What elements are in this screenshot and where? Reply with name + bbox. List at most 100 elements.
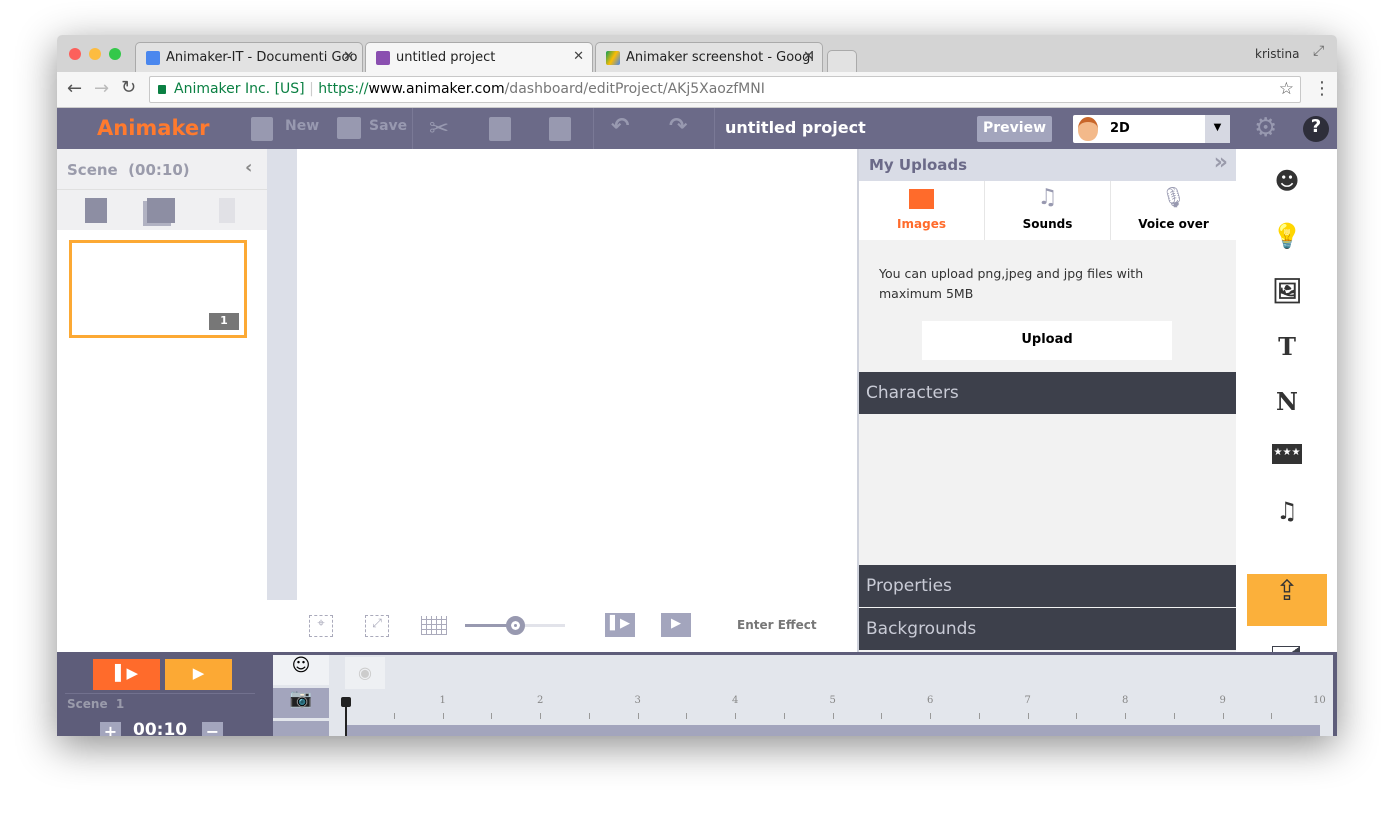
ruler-tick-mark [832,713,834,719]
lightbulb-icon[interactable]: 💡 [1272,222,1302,250]
bookmark-star-icon[interactable]: ☆ [1279,79,1294,99]
play-scene-button[interactable]: ▌▶ [605,613,635,637]
collapse-panel-icon[interactable]: » [1214,150,1228,175]
tab-label: Images [897,217,946,231]
ruler-tick-label: 6 [927,695,934,706]
timeline-track[interactable] [345,725,1320,736]
increase-duration-button[interactable]: + [100,722,121,736]
upload-button[interactable]: Upload [922,321,1172,360]
redo-icon[interactable]: ↷ [669,114,687,139]
paste-icon[interactable] [549,117,571,141]
new-tab-button[interactable] [827,50,857,72]
fit-screen-icon[interactable]: ⤢ [365,615,389,637]
rating-stars-icon[interactable]: ★★★ [1272,444,1302,464]
scene-number-badge: 1 [209,313,239,330]
ruler-tick-mark [1027,713,1029,719]
browser-window: Animaker-IT - Documenti Goo ✕ untitled pr… [57,35,1337,736]
new-file-icon[interactable] [251,117,273,141]
canvas-toolbar: ⌖ ⤢ ▌▶ ▶ Enter Effect [267,600,857,652]
new-button[interactable]: New [285,118,319,134]
save-button[interactable]: Save [369,118,407,134]
close-window-button[interactable] [69,48,81,60]
visibility-eye-icon[interactable]: ◉ [345,657,385,689]
url-input[interactable]: Animaker Inc. [US] | https://www.animake… [149,76,1301,103]
scene-thumbnail[interactable]: 1 [69,240,247,338]
properties-section[interactable]: Properties [859,565,1238,607]
mode-value: 2D [1110,121,1130,136]
help-icon[interactable]: ? [1303,116,1329,142]
timeline-track-area: ☺ 📷 ◉ 1 2 3 4 5 6 7 8 9 10 [273,655,1333,736]
menu-icon[interactable]: ⋮ [1313,78,1331,99]
ruler-tick-mark [1125,713,1126,719]
app-toolbar: Animaker New Save ✂ ↶ ↷ untitled project… [57,108,1337,149]
center-target-icon[interactable]: ⌖ [309,615,333,637]
ruler-tick-mark [637,713,639,719]
close-tab-icon[interactable]: ✕ [573,49,584,64]
save-icon[interactable] [337,117,361,139]
zoom-slider-handle[interactable] [506,616,525,635]
character-layer-tab[interactable]: ☺ [273,655,329,685]
copy-icon[interactable] [489,117,511,141]
address-bar-row: ← → ↻ Animaker Inc. [US] | https://www.a… [57,72,1337,108]
forward-icon[interactable]: → [94,78,109,99]
close-tab-icon[interactable]: ✕ [343,49,354,64]
zoom-slider[interactable] [465,616,565,635]
background-layer-tab[interactable] [273,721,329,736]
playhead-line [345,705,347,736]
grid-icon[interactable] [421,616,447,635]
ruler-tick-mark [442,713,444,719]
mode-select[interactable]: 2D ▼ [1073,115,1230,143]
play-button[interactable]: ▶ [165,659,232,690]
delete-scene-icon[interactable] [219,198,235,223]
docs-icon [146,51,160,65]
project-title[interactable]: untitled project [725,118,866,137]
music-icon[interactable]: ♫ [1272,497,1302,525]
uploads-title: My Uploads [869,156,968,174]
text-icon[interactable]: T [1272,332,1302,361]
play-effect-button[interactable]: ▶ [661,613,691,637]
tab-sounds[interactable]: ♫ Sounds [985,181,1111,240]
minimize-window-button[interactable] [89,48,101,60]
character-avatar-icon [1078,117,1098,141]
characters-section[interactable]: Characters [859,372,1238,414]
drive-icon [606,51,620,65]
tab-images[interactable]: Images [859,181,985,240]
backgrounds-section[interactable]: Backgrounds [859,608,1238,650]
stage-canvas[interactable] [297,149,857,600]
undo-icon[interactable]: ↶ [611,114,629,139]
image-icon[interactable]: 🖼 [1272,277,1302,305]
chevron-down-icon: ▼ [1205,115,1230,143]
play-from-start-button[interactable]: ▌▶ [93,659,160,690]
character-icon[interactable]: ☻ [1272,167,1302,195]
ruler-tick-mark [783,713,785,719]
preview-button[interactable]: Preview [977,116,1052,142]
enter-effect-label[interactable]: Enter Effect [737,618,817,632]
maximize-window-button[interactable] [109,48,121,60]
upload-icon-active[interactable]: ⇪ [1247,574,1327,626]
add-scene-icon[interactable] [85,198,107,223]
fullscreen-icon[interactable]: ⤢ [1313,43,1324,59]
browser-tab[interactable]: Animaker-IT - Documenti Goo ✕ [135,42,363,72]
tab-voice-over[interactable]: 🎙 Voice over [1111,181,1236,240]
ruler-tick-mark [540,713,541,719]
close-tab-icon[interactable]: ✕ [803,49,814,64]
collapse-chevron-icon[interactable]: ‹ [245,157,252,178]
browser-tab-active[interactable]: untitled project ✕ [365,42,593,72]
cut-icon[interactable]: ✂ [429,114,449,142]
duplicate-scene-icon[interactable] [147,198,175,223]
decrease-duration-button[interactable]: − [202,722,223,736]
back-icon[interactable]: ← [67,78,82,99]
camera-layer-tab[interactable]: 📷 [273,688,329,718]
ruler-tick-mark [1076,713,1078,719]
uploads-header: My Uploads » [859,149,1236,181]
timeline-ruler[interactable]: 1 2 3 4 5 6 7 8 9 10 [345,693,1326,728]
browser-tab[interactable]: Animaker screenshot - Googl ✕ [595,42,823,72]
ruler-tick-label: 5 [829,695,836,706]
ruler-tick-mark [491,713,493,719]
profile-name[interactable]: kristina [1255,47,1299,61]
ruler-tick-label: 10 [1313,695,1326,706]
number-icon[interactable]: N [1272,387,1302,416]
settings-gear-icon[interactable]: ⚙ [1254,113,1277,143]
reload-icon[interactable]: ↻ [121,77,136,98]
ruler-tick-mark [881,713,883,719]
